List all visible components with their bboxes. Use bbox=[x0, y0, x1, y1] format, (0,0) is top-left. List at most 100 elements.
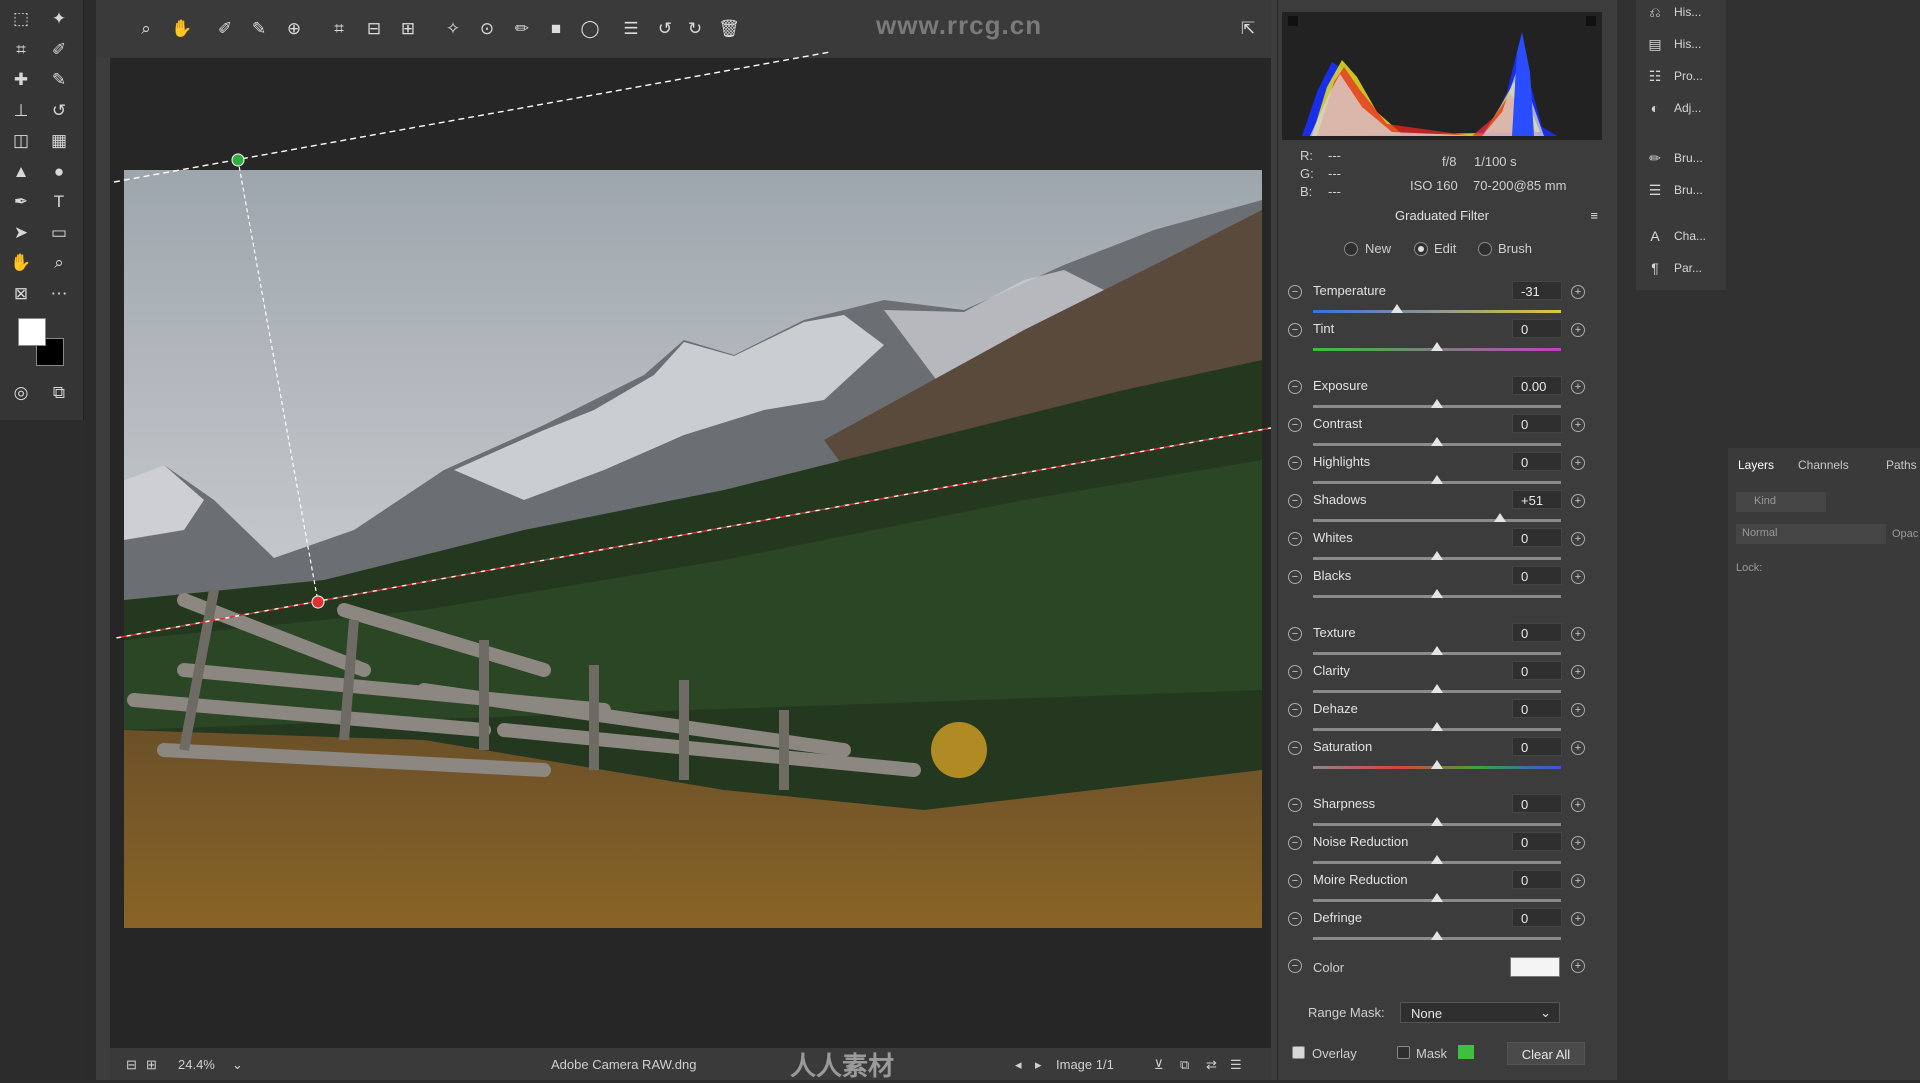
slider-value-field[interactable]: 0.00 bbox=[1512, 376, 1562, 395]
pen-icon[interactable]: ✒ bbox=[8, 189, 34, 215]
mask-checkbox[interactable] bbox=[1397, 1046, 1410, 1059]
zoom-in-icon[interactable]: ⊞ bbox=[146, 1057, 157, 1073]
zoom-dropdown-icon[interactable]: ⌄ bbox=[232, 1057, 243, 1073]
radio-edit[interactable] bbox=[1414, 242, 1428, 256]
slider-value-field[interactable]: 0 bbox=[1512, 528, 1562, 547]
radio-brush[interactable] bbox=[1478, 242, 1492, 256]
tab-paths[interactable]: Paths bbox=[1886, 458, 1917, 472]
eyedropper-icon[interactable]: ✐ bbox=[46, 37, 72, 63]
zoom-icon[interactable]: ⌕ bbox=[134, 17, 158, 41]
white-balance-icon[interactable]: ✐ bbox=[213, 17, 237, 41]
dodge-icon[interactable]: ● bbox=[46, 159, 72, 185]
slider-thumb[interactable] bbox=[1431, 646, 1443, 655]
layer-filter-input[interactable]: Kind bbox=[1736, 492, 1826, 512]
ps-panel-item[interactable]: ☰ Bru... bbox=[1646, 178, 1703, 202]
ps-panel-item[interactable]: ¶ Par... bbox=[1646, 256, 1702, 280]
toggle-fullscreen-icon[interactable]: ⇱ bbox=[1236, 17, 1260, 41]
slider-value-field[interactable]: 0 bbox=[1512, 452, 1562, 471]
color-sampler-icon[interactable]: ✎ bbox=[247, 17, 271, 41]
increase-icon[interactable]: + bbox=[1571, 741, 1585, 755]
decrease-icon[interactable]: − bbox=[1288, 836, 1302, 850]
increase-icon[interactable]: + bbox=[1571, 665, 1585, 679]
slider-value-field[interactable]: 0 bbox=[1512, 699, 1562, 718]
next-image-icon[interactable]: ▸ bbox=[1035, 1057, 1042, 1073]
slider-value-field[interactable]: 0 bbox=[1512, 908, 1562, 927]
color-plus-icon[interactable]: + bbox=[1571, 959, 1585, 973]
slider-track[interactable] bbox=[1313, 519, 1561, 522]
decrease-icon[interactable]: − bbox=[1288, 703, 1302, 717]
zoom-icon[interactable]: ⌕ bbox=[46, 250, 72, 276]
straighten-icon[interactable]: ⊟ bbox=[362, 17, 386, 41]
history-brush-icon[interactable]: ↺ bbox=[46, 98, 72, 124]
spot-removal-icon[interactable]: ✧ bbox=[441, 17, 465, 41]
ps-panel-item[interactable]: A Cha... bbox=[1646, 224, 1706, 248]
slider-value-field[interactable]: 0 bbox=[1512, 832, 1562, 851]
red-eye-icon[interactable]: ⊙ bbox=[475, 17, 499, 41]
decrease-icon[interactable]: − bbox=[1288, 912, 1302, 926]
increase-icon[interactable]: + bbox=[1571, 798, 1585, 812]
slider-thumb[interactable] bbox=[1431, 399, 1443, 408]
decrease-icon[interactable]: − bbox=[1288, 456, 1302, 470]
ps-panel-item[interactable]: ☷ Pro... bbox=[1646, 64, 1703, 88]
slider-thumb[interactable] bbox=[1431, 589, 1443, 598]
increase-icon[interactable]: + bbox=[1571, 532, 1585, 546]
preview-settings-icon[interactable]: ☰ bbox=[1230, 1057, 1242, 1073]
gradient-icon[interactable]: ▦ bbox=[46, 128, 72, 154]
increase-icon[interactable]: + bbox=[1571, 380, 1585, 394]
slider-thumb[interactable] bbox=[1431, 817, 1443, 826]
eraser-icon[interactable]: ◫ bbox=[8, 128, 34, 154]
slider-value-field[interactable]: 0 bbox=[1512, 623, 1562, 642]
slider-thumb[interactable] bbox=[1391, 304, 1404, 313]
increase-icon[interactable]: + bbox=[1571, 285, 1585, 299]
fit-icon[interactable]: ⊟ bbox=[126, 1057, 137, 1073]
type-icon[interactable]: T bbox=[46, 189, 72, 215]
slider-thumb[interactable] bbox=[1431, 893, 1443, 902]
slider-thumb[interactable] bbox=[1431, 437, 1443, 446]
slider-thumb[interactable] bbox=[1431, 684, 1443, 693]
zoom-level[interactable]: 24.4% bbox=[178, 1057, 215, 1072]
screen-mode-icon[interactable]: ⧉ bbox=[46, 380, 72, 406]
slider-thumb[interactable] bbox=[1431, 855, 1443, 864]
slider-thumb[interactable] bbox=[1494, 513, 1507, 522]
quick-mask-icon[interactable]: ◎ bbox=[8, 380, 34, 406]
increase-icon[interactable]: + bbox=[1571, 323, 1585, 337]
foreground-color-swatch[interactable] bbox=[18, 318, 46, 346]
increase-icon[interactable]: + bbox=[1571, 456, 1585, 470]
decrease-icon[interactable]: − bbox=[1288, 874, 1302, 888]
targeted-adjustment-icon[interactable]: ⊕ bbox=[282, 17, 306, 41]
clear-all-button[interactable]: Clear All bbox=[1507, 1042, 1585, 1065]
more-icon[interactable]: ⋯ bbox=[46, 281, 72, 307]
blend-mode-select[interactable]: Normal bbox=[1736, 524, 1886, 544]
compare-icon[interactable]: ⧉ bbox=[1180, 1057, 1189, 1073]
ps-panel-item[interactable]: ▤ His... bbox=[1646, 32, 1701, 56]
hand-icon[interactable]: ✋ bbox=[8, 250, 34, 276]
decrease-icon[interactable]: − bbox=[1288, 627, 1302, 641]
increase-icon[interactable]: + bbox=[1571, 836, 1585, 850]
increase-icon[interactable]: + bbox=[1571, 874, 1585, 888]
range-mask-select[interactable]: None ⌄ bbox=[1400, 1002, 1560, 1023]
slider-value-field[interactable]: 0 bbox=[1512, 661, 1562, 680]
slider-track[interactable] bbox=[1313, 310, 1561, 313]
hand-icon[interactable]: ✋ bbox=[170, 17, 194, 41]
prev-image-icon[interactable]: ◂ bbox=[1015, 1057, 1022, 1073]
slider-value-field[interactable]: 0 bbox=[1512, 319, 1562, 338]
radial-filter-icon[interactable]: ◯ bbox=[578, 17, 602, 41]
increase-icon[interactable]: + bbox=[1571, 912, 1585, 926]
slider-thumb[interactable] bbox=[1431, 551, 1443, 560]
brush-icon[interactable]: ✎ bbox=[46, 67, 72, 93]
decrease-icon[interactable]: − bbox=[1288, 380, 1302, 394]
increase-icon[interactable]: + bbox=[1571, 703, 1585, 717]
color-minus-icon[interactable]: − bbox=[1288, 959, 1302, 973]
slider-thumb[interactable] bbox=[1431, 342, 1443, 351]
decrease-icon[interactable]: − bbox=[1288, 285, 1302, 299]
adjustment-brush-icon[interactable]: ✏ bbox=[510, 17, 534, 41]
increase-icon[interactable]: + bbox=[1571, 494, 1585, 508]
decrease-icon[interactable]: − bbox=[1288, 798, 1302, 812]
decrease-icon[interactable]: − bbox=[1288, 494, 1302, 508]
ps-panel-item[interactable]: ◐ Adj... bbox=[1646, 96, 1702, 120]
ps-panel-item[interactable]: ⎌ His... bbox=[1646, 0, 1701, 24]
decrease-icon[interactable]: − bbox=[1288, 741, 1302, 755]
path-select-icon[interactable]: ➤ bbox=[8, 220, 34, 246]
trash-icon[interactable]: 🗑 bbox=[717, 17, 741, 41]
slider-value-field[interactable]: +51 bbox=[1512, 490, 1562, 509]
